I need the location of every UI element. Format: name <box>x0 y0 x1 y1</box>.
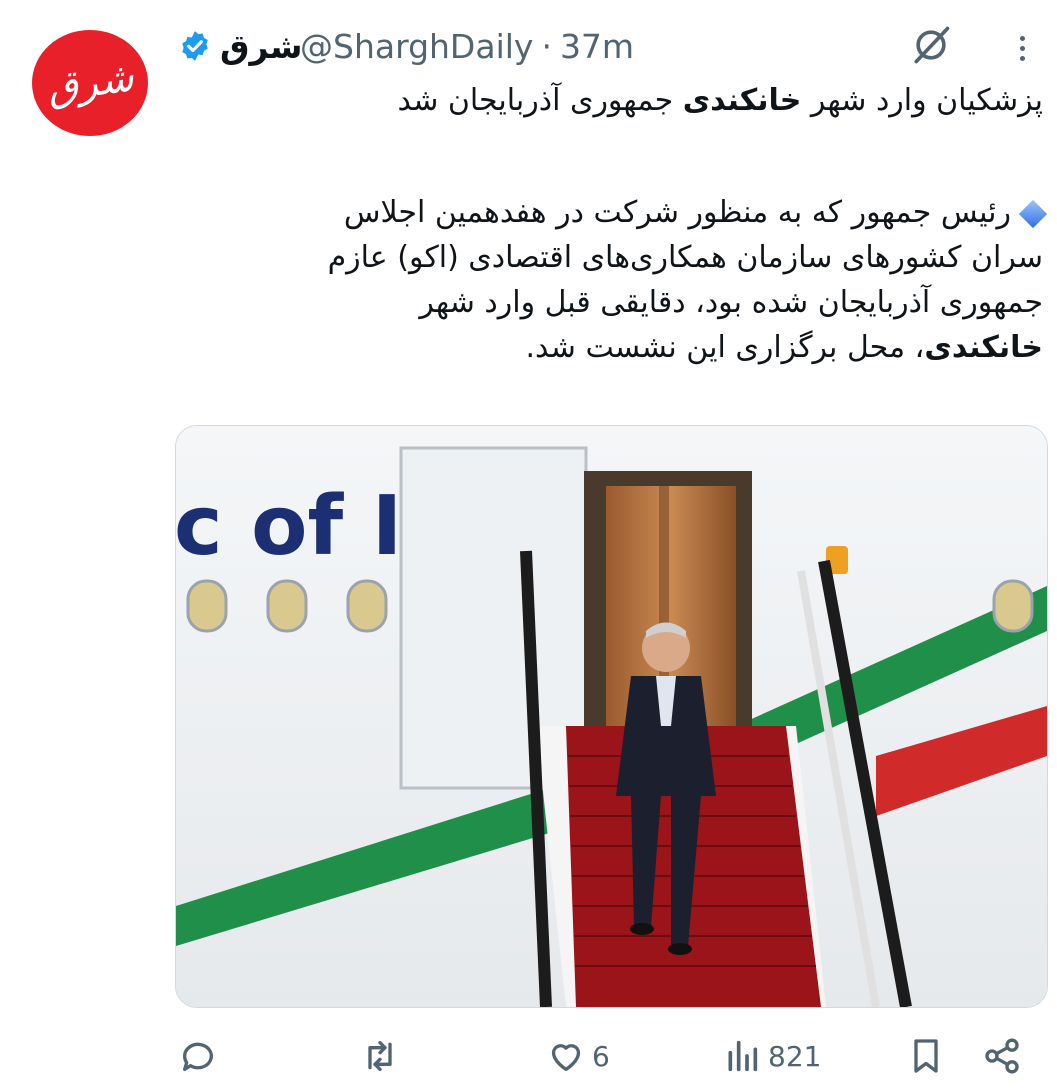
timestamp[interactable]: 37m <box>560 27 634 66</box>
headline-part-2: جمهوری آذربایجان شد <box>397 83 683 118</box>
views-icon <box>728 1040 758 1072</box>
aircraft-lettering: c of I <box>176 479 402 574</box>
headline-part-1: پزشکیان وارد شهر <box>801 83 1043 118</box>
avatar[interactable]: شرق <box>32 30 148 136</box>
handle[interactable]: @SharghDaily <box>300 27 533 66</box>
views-count: 821 <box>768 1039 822 1073</box>
body-line-1: رئیس جمهور که به منظور شرکت در هفدهمین ا… <box>180 190 1048 235</box>
reply-button[interactable] <box>178 1036 224 1076</box>
like-button[interactable]: 6 <box>546 1036 610 1076</box>
bookmark-button[interactable] <box>906 1036 946 1076</box>
body-line-2: سران کشورهای سازمان همکاری‌های اقتصادی (… <box>327 240 1043 275</box>
retweet-button[interactable] <box>360 1036 406 1076</box>
share-icon <box>985 1038 1019 1074</box>
views-button[interactable]: 821 <box>722 1036 821 1076</box>
author-name-group[interactable]: شرق <box>178 24 302 68</box>
retweet-icon <box>368 1041 392 1071</box>
heart-icon <box>551 1044 581 1071</box>
headline-bold: خانکندی <box>682 83 802 118</box>
more-icon[interactable] <box>1004 26 1040 70</box>
tweet-photo[interactable]: c of I <box>175 425 1048 1008</box>
share-button[interactable] <box>982 1036 1022 1076</box>
action-bar: 6 821 <box>178 1030 1038 1086</box>
body-line-4-text: ، محل برگزاری این نشست شد. <box>525 330 925 365</box>
tweet-body: رئیس جمهور که به منظور شرکت در هفدهمین ا… <box>180 190 1048 370</box>
tweet-header: @SharghDaily · 37m <box>300 24 634 68</box>
verified-badge-icon <box>182 31 208 61</box>
body-line-3: جمهوری آذربایجان شده بود، دقایقی قبل وار… <box>419 285 1043 320</box>
body-line-1-text: رئیس جمهور که به منظور شرکت در هفدهمین ا… <box>343 195 1011 230</box>
grok-icon[interactable] <box>906 20 956 70</box>
like-count: 6 <box>592 1039 610 1073</box>
separator: · <box>541 26 552 66</box>
reply-icon <box>183 1042 213 1071</box>
body-bold: خانکندی <box>924 330 1043 365</box>
tweet-headline: پزشکیان وارد شهر خانکندی جمهوری آذربایجا… <box>180 78 1043 123</box>
body-line-4: خانکندی، محل برگزاری این نشست شد. <box>180 325 1043 370</box>
diamond-icon <box>1018 199 1048 228</box>
display-name[interactable]: شرق <box>220 27 302 66</box>
bookmark-icon <box>914 1039 938 1073</box>
avatar-logo-text: شرق <box>43 54 137 112</box>
